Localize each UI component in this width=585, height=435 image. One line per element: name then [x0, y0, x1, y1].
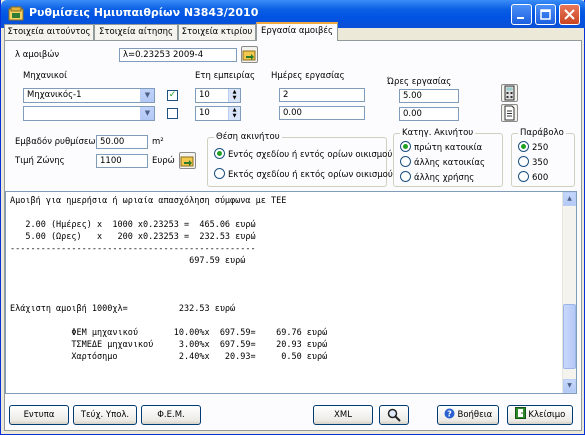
days-field-2[interactable]: 0.00	[279, 106, 365, 120]
radio-icon[interactable]	[518, 141, 529, 152]
tab-work-fees[interactable]: Εργασία αμοιβές	[256, 22, 338, 41]
tab-application[interactable]: Στοιχεία αίτησης	[94, 24, 178, 40]
maximize-button[interactable]	[535, 4, 556, 25]
zone-unit: Ευρώ	[152, 156, 175, 166]
fee-field[interactable]: λ=0.23253 2009-4	[119, 48, 237, 62]
years-spinner-1[interactable]: 10 ▲ ▼	[195, 88, 241, 103]
results-textarea[interactable]: Αμοιβή για ημερήσια ή ωριαία απασχόληση …	[5, 191, 577, 394]
close-icon	[564, 9, 575, 20]
category-other-home-label: άλλης κατοικίας	[414, 158, 486, 168]
category-group: Κατηγ. Ακινήτου πρώτη κατοικία άλλης κατ…	[393, 128, 503, 187]
fee-stamp-group: Παράβολο 250 350 600	[511, 128, 575, 187]
preview-button[interactable]	[379, 405, 409, 425]
folder-arrow-icon	[180, 156, 194, 167]
chevron-down-icon[interactable]: ▼	[140, 89, 154, 102]
category-first-label: πρώτη κατοικία	[414, 143, 483, 153]
close-button[interactable]: Κλείσιμο	[507, 405, 573, 425]
location-option-inside[interactable]: Εντός σχεδίου ή εντός ορίων οικισμού	[214, 148, 392, 160]
fee-stamp-600-label: 600	[532, 173, 549, 183]
radio-icon[interactable]	[400, 171, 411, 182]
chevron-down-icon[interactable]: ▼	[140, 107, 154, 120]
vertical-scrollbar[interactable]: ▲ ▼	[562, 192, 576, 393]
category-other-use-label: άλλης χρήσης	[414, 173, 475, 183]
scroll-up-icon[interactable]: ▲	[563, 192, 576, 206]
zone-select-button[interactable]	[179, 152, 196, 169]
fem-button[interactable]: Φ.Ε.Μ.	[141, 405, 201, 425]
location-inside-label: Εντός σχεδίου ή εντός ορίων οικισμού	[228, 150, 393, 160]
fee-stamp-option-600[interactable]: 600	[518, 171, 548, 183]
help-label: Βοήθεια	[457, 410, 493, 420]
area-field[interactable]: 50.00	[96, 135, 148, 149]
fee-stamp-250-label: 250	[532, 143, 549, 153]
zone-label: Τιμή Ζώνης	[15, 156, 65, 166]
calculator-button[interactable]	[501, 84, 518, 102]
location-group: Θέση ακινήτου Εντός σχεδίου ή εντός ορίω…	[207, 132, 393, 187]
radio-icon[interactable]	[400, 156, 411, 167]
fee-label: λ αμοιβών	[15, 50, 60, 60]
close-label: Κλείσιμο	[528, 410, 566, 420]
minimize-icon	[517, 17, 524, 19]
svg-text:?: ?	[447, 410, 452, 419]
location-option-outside[interactable]: Εκτός σχεδίου ή εκτός ορίων οικισμού	[214, 168, 393, 180]
hours-field-2[interactable]: 0.00	[399, 107, 459, 121]
window-title: Ρυθμίσεις Ημιυπαιθρίων Ν3843/2010	[29, 6, 259, 19]
zone-field[interactable]: 1100	[96, 154, 148, 168]
engineer-checkbox-1[interactable]: ✓	[167, 90, 178, 101]
hours-label: Ώρες εργασίας	[387, 77, 452, 87]
years-spinner-2[interactable]: 10 ▲ ▼	[195, 106, 241, 121]
tab-applicant[interactable]: Στοιχεία αιτούντος	[4, 24, 94, 40]
fee-select-button[interactable]	[241, 46, 258, 63]
fee-stamp-350-label: 350	[532, 158, 549, 168]
location-title: Θέση ακινήτου	[214, 132, 282, 142]
engineer-name-1: Μηχανικός-1	[27, 90, 82, 100]
magnifier-icon	[387, 408, 401, 422]
fee-stamp-option-350[interactable]: 350	[518, 156, 548, 168]
radio-icon[interactable]	[214, 148, 225, 159]
radio-icon[interactable]	[518, 171, 529, 182]
days-label: Ημέρες εργασίας	[271, 71, 345, 81]
calculator-icon	[504, 85, 515, 101]
folder-arrow-icon	[242, 50, 256, 61]
category-option-other-home[interactable]: άλλης κατοικίας	[400, 156, 485, 168]
area-label: Εμβαδόν ρυθμίσεων	[15, 137, 101, 147]
print-forms-button[interactable]: Εντυπα	[9, 405, 69, 425]
close-window-button[interactable]	[559, 4, 580, 25]
years-label: Ετη εμπειρίας	[195, 71, 256, 81]
category-title: Κατηγ. Ακινήτου	[400, 128, 476, 138]
maximize-icon	[540, 9, 551, 20]
app-icon	[8, 6, 24, 21]
exit-door-icon	[514, 407, 526, 419]
results-text: Αμοιβή για ημερήσια ή ωριαία απασχόληση …	[10, 196, 328, 362]
help-icon: ?	[444, 408, 455, 419]
years-value-1: 10	[199, 90, 210, 100]
xml-button[interactable]: XML	[313, 405, 373, 425]
notes-button[interactable]	[501, 104, 518, 122]
tab-building[interactable]: Στοιχεία κτιρίου	[178, 24, 256, 40]
radio-icon[interactable]	[214, 168, 225, 179]
document-icon	[504, 105, 515, 121]
engineer-checkbox-2[interactable]	[167, 108, 178, 119]
help-button[interactable]: ? Βοήθεια	[437, 405, 499, 425]
radio-icon[interactable]	[400, 141, 411, 152]
category-option-first-home[interactable]: πρώτη κατοικία	[400, 141, 482, 153]
scroll-down-icon[interactable]: ▼	[563, 379, 576, 393]
fee-stamp-title: Παράβολο	[518, 128, 566, 138]
area-unit: m²	[152, 137, 164, 147]
years-value-2: 10	[199, 108, 210, 118]
radio-icon[interactable]	[518, 156, 529, 167]
scrollbar-thumb[interactable]	[563, 304, 576, 369]
engineer-select-1[interactable]: Μηχανικός-1 ▼	[23, 88, 155, 103]
fee-stamp-option-250[interactable]: 250	[518, 141, 548, 153]
spin-arrows-icon[interactable]: ▲ ▼	[228, 89, 240, 102]
engineers-label: Μηχανικοί	[23, 71, 67, 81]
minimize-button[interactable]	[511, 4, 532, 25]
hours-field-1[interactable]: 5.00	[399, 89, 459, 103]
calculation-sheet-button[interactable]: Τεύχ. Υπολ.	[73, 405, 137, 425]
location-outside-label: Εκτός σχεδίου ή εκτός ορίων οικισμού	[228, 170, 393, 180]
app-window: Ρυθμίσεις Ημιυπαιθρίων Ν3843/2010 Στοιχε…	[0, 0, 585, 435]
spin-arrows-icon[interactable]: ▲ ▼	[228, 107, 240, 120]
category-option-other-use[interactable]: άλλης χρήσης	[400, 171, 474, 183]
engineer-select-2[interactable]: ▼	[23, 106, 155, 121]
days-field-1[interactable]: 2	[279, 88, 365, 102]
